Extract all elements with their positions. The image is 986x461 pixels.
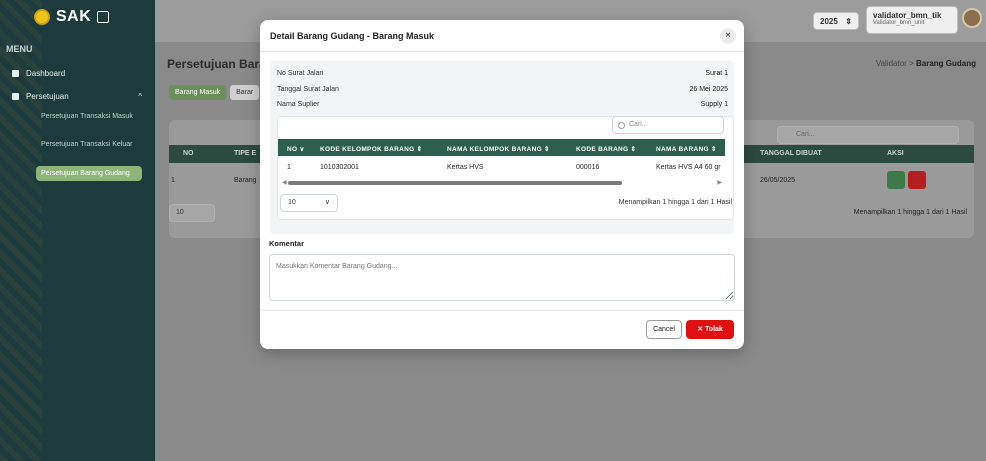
comment-label: Komentar [269, 239, 305, 248]
scrollbar-thumb[interactable] [288, 181, 622, 185]
column-header-tipe[interactable]: TIPE E [234, 150, 256, 157]
user-menu[interactable]: validator_bmn_tik Validator_bmn_unit [866, 6, 958, 34]
user-name: validator_bmn_tik [873, 11, 942, 20]
year-select[interactable]: 2025 ⇕ [813, 12, 859, 30]
row-tipe: Barang [234, 177, 257, 184]
column-header-no[interactable]: NO ∨ [287, 145, 305, 153]
close-icon: ✕ [697, 326, 704, 333]
breadcrumb-current: Barang Gudang [915, 59, 976, 68]
sidebar-item-persetujuan-barang-gudang[interactable]: Persetujuan Barang Gudang [36, 166, 142, 181]
field-value-nama-suplier: Supply 1 [700, 101, 728, 108]
page-size-select[interactable]: 10 ∨ [280, 194, 338, 212]
sidebar: SAK MENU Dashboard Persetujuan ^ Persetu… [0, 0, 155, 461]
search-input[interactable]: Cari... [612, 116, 724, 134]
column-header-no[interactable]: NO [183, 150, 194, 157]
tab-list: Barang Masuk Barar [169, 85, 260, 100]
breadcrumb-parent[interactable]: Validator [876, 59, 907, 68]
breadcrumb: Validator > Barang Gudang [876, 59, 976, 68]
scroll-left-icon[interactable]: ◀ [282, 179, 287, 186]
column-header-nama-barang[interactable]: NAMA BARANG ⇕ [656, 145, 717, 153]
divider [260, 310, 744, 311]
sidebar-item-dashboard[interactable]: Dashboard [12, 69, 65, 78]
reject-row-button[interactable] [908, 171, 926, 189]
tab-barang-masuk[interactable]: Barang Masuk [169, 85, 227, 100]
cell-nama-kelompok-barang: Kertas HVS [447, 164, 484, 171]
tab-barang-keluar[interactable]: Barar [230, 85, 260, 100]
field-label-no-surat-jalan: No Surat Jalan [277, 70, 324, 77]
pagination-info: Menampilkan 1 hingga 1 dari 1 Hasil [853, 209, 967, 216]
sidebar-item-label: Persetujuan [26, 92, 69, 101]
column-header-tanggal-dibuat[interactable]: TANGGAL DIBUAT [760, 150, 822, 157]
cancel-button[interactable]: Cancel [646, 320, 682, 339]
page-title: Persetujuan Barar [167, 57, 271, 71]
column-header-aksi: AKSI [887, 150, 904, 157]
field-label-tanggal-surat-jalan: Tanggal Surat Jalan [277, 86, 339, 93]
chevron-up-icon: ^ [138, 92, 142, 101]
reject-button[interactable]: ✕ Tolak [686, 320, 734, 339]
comment-field[interactable] [269, 254, 735, 301]
row-no: 1 [171, 177, 175, 184]
horizontal-scrollbar[interactable]: ◀ ▶ [282, 179, 722, 186]
user-role: Validator_bmn_unit [873, 20, 925, 26]
field-label-nama-suplier: Nama Suplier [277, 101, 320, 108]
cell-kode-kelompok-barang: 1010302001 [320, 164, 359, 171]
pagination-info: Menampilkan 1 hingga 1 dari 1 Hasil [618, 199, 732, 206]
search-placeholder: Cari... [629, 121, 648, 128]
search-input[interactable]: Cari... [777, 126, 959, 144]
row-tanggal: 26/05/2025 [760, 177, 796, 184]
document-icon [12, 93, 19, 100]
cell-nama-barang: Kertas HVS A4 60 gr [656, 164, 721, 171]
page-size-value: 10 [176, 209, 184, 216]
reject-button-label: Tolak [705, 326, 723, 333]
select-arrows-icon: ⇕ [845, 17, 852, 26]
approve-button[interactable] [887, 171, 905, 189]
logo[interactable]: SAK [34, 8, 110, 26]
modal-title: Detail Barang Gudang - Barang Masuk [270, 31, 435, 41]
sidebar-item-label: Dashboard [26, 69, 66, 78]
column-header-nama-kelompok-barang[interactable]: NAMA KELOMPOK BARANG ⇕ [447, 145, 550, 153]
dashboard-icon [12, 70, 19, 77]
column-header-kode-barang[interactable]: KODE BARANG ⇕ [576, 145, 636, 153]
avatar[interactable] [962, 8, 982, 28]
page-size-value: 10 [288, 199, 296, 206]
menu-title: MENU [6, 44, 33, 54]
page-size-select[interactable]: 10 [169, 204, 215, 222]
logo-emblem-icon [34, 9, 50, 25]
sidebar-item-persetujuan[interactable]: Persetujuan ^ [12, 92, 142, 101]
sidebar-item-persetujuan-transaksi-keluar[interactable]: Persetujuan Transaksi Keluar [36, 137, 142, 152]
chevron-down-icon: ∨ [324, 199, 330, 206]
year-value: 2025 [820, 17, 838, 26]
cell-no: 1 [287, 164, 291, 171]
field-value-tanggal-surat-jalan: 26 Mei 2025 [689, 86, 728, 93]
search-icon [618, 122, 625, 129]
field-value-no-surat-jalan: Surat 1 [705, 70, 728, 77]
detail-modal: Detail Barang Gudang - Barang Masuk × No… [260, 20, 744, 349]
breadcrumb-separator-icon: > [909, 59, 916, 68]
cell-kode-barang: 000016 [576, 164, 600, 171]
column-header-kode-kelompok-barang[interactable]: KODE KELOMPOK BARANG ⇕ [320, 145, 422, 153]
sidebar-toggle-icon[interactable] [97, 11, 110, 23]
divider [260, 51, 744, 52]
scroll-right-icon[interactable]: ▶ [717, 179, 722, 186]
brand-name: SAK [56, 8, 92, 25]
close-button[interactable]: × [720, 28, 736, 44]
sidebar-item-persetujuan-transaksi-masuk[interactable]: Persetujuan Transaksi Masuk [36, 109, 142, 124]
